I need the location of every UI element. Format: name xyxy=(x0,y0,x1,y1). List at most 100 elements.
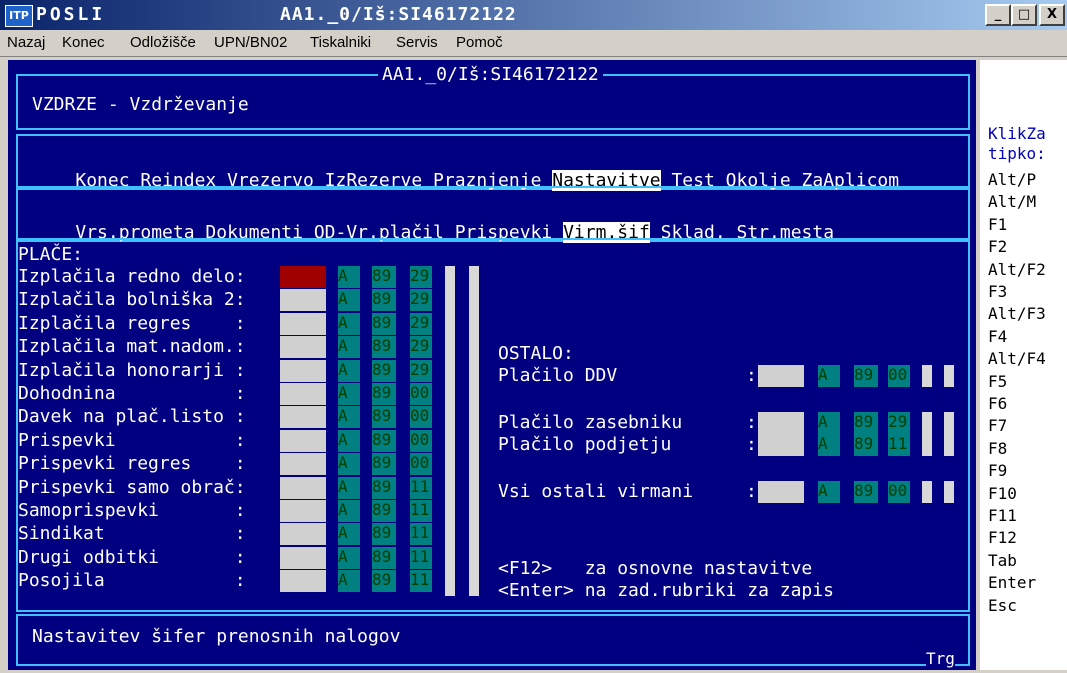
place-row-code-c[interactable]: 11 xyxy=(410,546,432,569)
place-row-code-a[interactable]: A xyxy=(338,289,360,312)
ostalo-row-bar[interactable] xyxy=(944,434,954,456)
ostalo-row-code-c[interactable]: 00 xyxy=(888,365,910,387)
menu-servis[interactable]: Servis xyxy=(396,34,438,51)
key-item[interactable]: Alt/F3 xyxy=(988,304,1046,324)
place-row-code-a[interactable]: A xyxy=(338,312,360,335)
place-row-amount-field[interactable] xyxy=(280,383,326,405)
place-row-code-a[interactable]: A xyxy=(338,406,360,429)
key-item[interactable]: F4 xyxy=(988,327,1007,347)
ostalo-row-bar[interactable] xyxy=(922,365,932,387)
ostalo-row-bar[interactable] xyxy=(922,481,932,503)
place-row-code-b[interactable]: 89 xyxy=(372,570,396,593)
place-row-code-c[interactable]: 29 xyxy=(410,336,432,359)
place-row-code-b[interactable]: 89 xyxy=(372,523,396,546)
place-row-code-c[interactable]: 29 xyxy=(410,312,432,335)
place-row-code-b[interactable]: 89 xyxy=(372,453,396,476)
key-item[interactable]: F10 xyxy=(988,484,1017,504)
ostalo-row-code-b[interactable]: 89 xyxy=(854,412,878,434)
ostalo-row-code-c[interactable]: 11 xyxy=(888,434,910,456)
ostalo-row-code-b[interactable]: 89 xyxy=(854,434,878,456)
place-row-code-c[interactable]: 11 xyxy=(410,500,432,522)
ostalo-row-code-a[interactable]: A xyxy=(818,412,840,434)
key-item[interactable]: F7 xyxy=(988,416,1007,436)
menu-tiskalniki[interactable]: Tiskalniki xyxy=(310,34,371,51)
place-row-code-a[interactable]: A xyxy=(338,359,360,382)
place-row-code-a[interactable]: A xyxy=(338,570,360,593)
key-item[interactable]: F6 xyxy=(988,394,1007,414)
ostalo-row-code-a[interactable]: A xyxy=(818,481,840,503)
place-row-code-b[interactable]: 89 xyxy=(372,476,396,499)
place-row-code-a[interactable]: A xyxy=(338,336,360,359)
ostalo-row-code-c[interactable]: 29 xyxy=(888,412,910,434)
key-item[interactable]: F9 xyxy=(988,461,1007,481)
key-item[interactable]: F12 xyxy=(988,528,1017,548)
place-row-code-a[interactable]: A xyxy=(338,383,360,405)
place-row-amount-field[interactable] xyxy=(280,500,326,522)
key-item[interactable]: Enter xyxy=(988,573,1036,593)
place-row-code-c[interactable]: 00 xyxy=(410,429,432,452)
ostalo-row-bar[interactable] xyxy=(944,412,954,434)
ostalo-row-bar[interactable] xyxy=(922,434,932,456)
ostalo-row-bar[interactable] xyxy=(944,481,954,503)
menu-upn[interactable]: UPN/BN02 xyxy=(214,34,287,51)
place-row-code-c[interactable]: 00 xyxy=(410,383,432,405)
ostalo-row-code-c[interactable]: 00 xyxy=(888,481,910,503)
place-row-code-b[interactable]: 89 xyxy=(372,383,396,405)
place-row-code-c[interactable]: 11 xyxy=(410,476,432,499)
place-row-code-b[interactable]: 89 xyxy=(372,266,396,288)
place-row-code-c[interactable]: 00 xyxy=(410,406,432,429)
place-row-amount-field[interactable] xyxy=(280,429,326,452)
place-row-code-a[interactable]: A xyxy=(338,546,360,569)
ostalo-row-bar[interactable] xyxy=(944,365,954,387)
place-row-code-b[interactable]: 89 xyxy=(372,312,396,335)
ostalo-row-amount-field[interactable] xyxy=(758,365,804,387)
ostalo-row-code-b[interactable]: 89 xyxy=(854,365,878,387)
key-item[interactable]: Alt/M xyxy=(988,192,1036,212)
ostalo-row-amount-field[interactable] xyxy=(758,412,804,434)
key-item[interactable]: F2 xyxy=(988,237,1007,257)
place-row-amount-field[interactable] xyxy=(280,406,326,429)
key-item[interactable]: F8 xyxy=(988,439,1007,459)
ostalo-row-code-a[interactable]: A xyxy=(818,434,840,456)
place-row-code-c[interactable]: 00 xyxy=(410,453,432,476)
key-item[interactable]: F5 xyxy=(988,372,1007,392)
place-row-code-a[interactable]: A xyxy=(338,266,360,288)
place-row-code-c[interactable]: 29 xyxy=(410,266,432,288)
scroll-bar-2[interactable] xyxy=(469,266,479,596)
menu-odlozisce[interactable]: Odložišče xyxy=(130,34,196,51)
key-item[interactable]: F11 xyxy=(988,506,1017,526)
close-button[interactable]: X xyxy=(1039,4,1065,26)
minimize-button[interactable]: _ xyxy=(985,4,1011,26)
place-row-code-b[interactable]: 89 xyxy=(372,429,396,452)
menu-konec[interactable]: Konec xyxy=(62,34,105,51)
place-row-amount-field[interactable] xyxy=(280,359,326,382)
menu-nazaj[interactable]: Nazaj xyxy=(7,34,45,51)
place-row-code-c[interactable]: 11 xyxy=(410,570,432,593)
key-item[interactable]: Tab xyxy=(988,551,1017,571)
maximize-button[interactable]: □ xyxy=(1011,4,1037,26)
ostalo-row-bar[interactable] xyxy=(922,412,932,434)
place-row-code-a[interactable]: A xyxy=(338,500,360,522)
key-item[interactable]: F1 xyxy=(988,215,1007,235)
place-row-amount-field[interactable] xyxy=(280,336,326,359)
place-row-amount-field[interactable] xyxy=(280,546,326,569)
place-row-code-b[interactable]: 89 xyxy=(372,406,396,429)
place-row-code-c[interactable]: 29 xyxy=(410,289,432,312)
place-row-code-b[interactable]: 89 xyxy=(372,289,396,312)
place-row-code-c[interactable]: 11 xyxy=(410,523,432,546)
key-item[interactable]: Alt/F2 xyxy=(988,260,1046,280)
place-row-code-b[interactable]: 89 xyxy=(372,336,396,359)
place-row-code-a[interactable]: A xyxy=(338,429,360,452)
key-item[interactable]: Alt/P xyxy=(988,170,1036,190)
place-row-code-b[interactable]: 89 xyxy=(372,359,396,382)
ostalo-row-amount-field[interactable] xyxy=(758,481,804,503)
key-item[interactable]: Esc xyxy=(988,596,1017,616)
place-row-code-c[interactable]: 29 xyxy=(410,359,432,382)
scroll-bar-1[interactable] xyxy=(445,266,455,596)
ostalo-row-code-a[interactable]: A xyxy=(818,365,840,387)
ostalo-row-code-b[interactable]: 89 xyxy=(854,481,878,503)
place-row-code-a[interactable]: A xyxy=(338,523,360,546)
key-item[interactable]: Alt/F4 xyxy=(988,349,1046,369)
place-row-code-b[interactable]: 89 xyxy=(372,500,396,522)
menu-pomoc[interactable]: Pomoč xyxy=(456,34,503,51)
